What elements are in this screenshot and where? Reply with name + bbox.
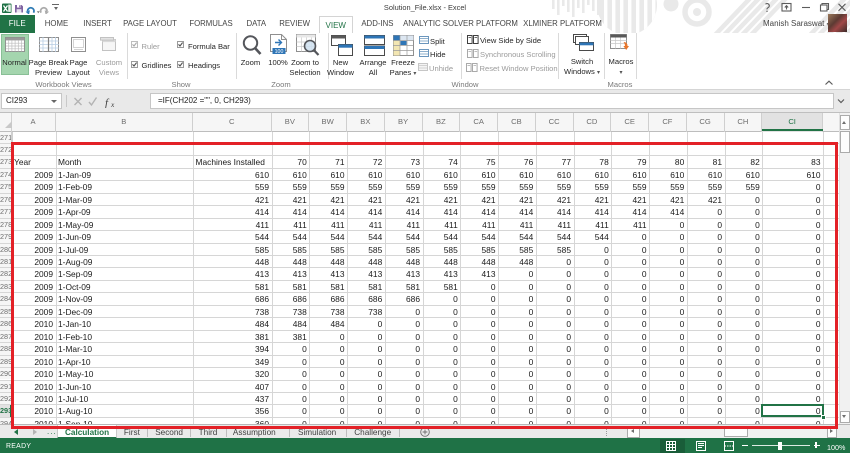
svg-text:100: 100: [275, 49, 284, 55]
svg-text:f: f: [105, 97, 110, 108]
svg-text:x: x: [110, 100, 115, 108]
